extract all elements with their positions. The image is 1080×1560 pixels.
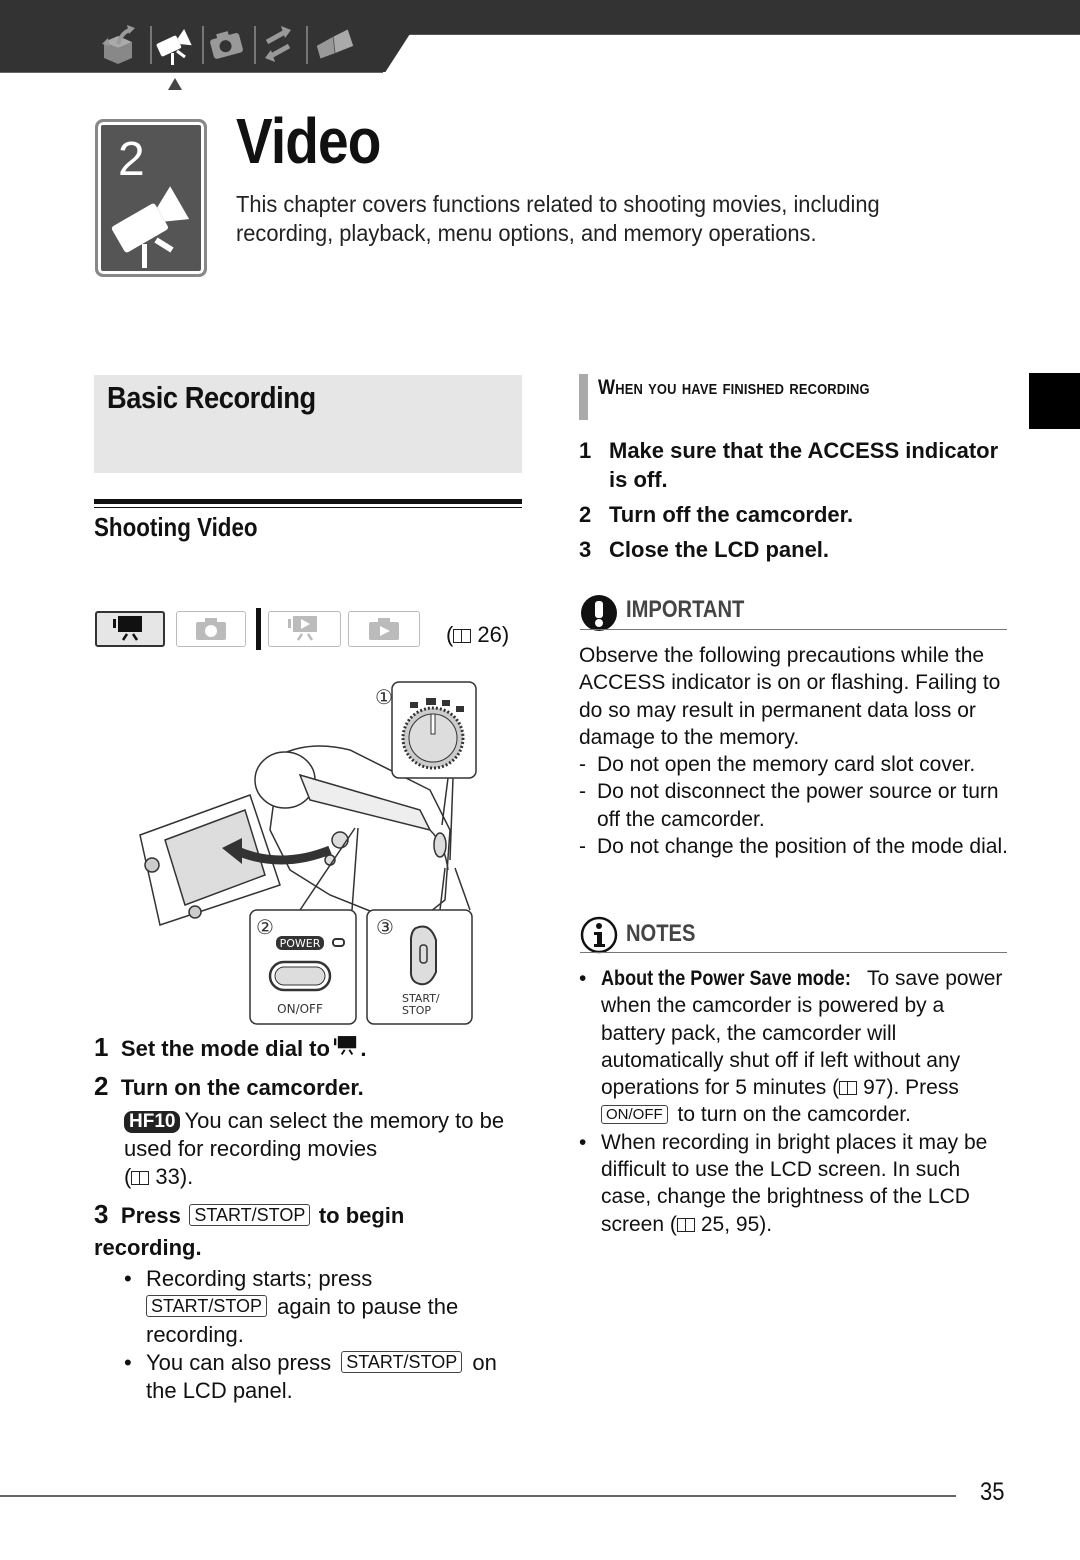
nav-video-button[interactable] bbox=[153, 22, 193, 66]
note-item: • When recording in bright places it may… bbox=[579, 1130, 988, 1236]
footer-rule bbox=[0, 1495, 956, 1497]
step-1: 1 Set the mode dial to . bbox=[94, 1032, 367, 1062]
step-2: 2 Turn on the camcorder. bbox=[94, 1071, 364, 1101]
finish-heading-bar bbox=[579, 374, 588, 420]
book-icon bbox=[316, 29, 354, 59]
finish-step: 2 Turn off the camcorder. bbox=[579, 502, 854, 527]
finish-step: 1 Make sure that the ACCESS indicator is… bbox=[579, 438, 999, 492]
arrows-icon bbox=[265, 26, 291, 62]
important-item: - Do not open the memory card slot cover. bbox=[579, 753, 976, 777]
nav-separator bbox=[202, 26, 204, 64]
nav-additional-information-button[interactable] bbox=[315, 22, 355, 66]
chapter-badge: 2 bbox=[95, 119, 207, 277]
book-reference-icon bbox=[453, 629, 472, 643]
mode-photo-playback-button[interactable] bbox=[348, 611, 420, 647]
on-off-key: ON/OFF bbox=[601, 1105, 668, 1125]
movie-playback-icon bbox=[287, 616, 317, 641]
bullet-item: • You can also press START/STOP on the L… bbox=[124, 1350, 497, 1403]
mode-photo-record-button[interactable] bbox=[176, 611, 246, 647]
callout-1-label: ① bbox=[375, 685, 393, 709]
callout-3-label: ③ bbox=[376, 915, 394, 939]
open-box-icon bbox=[102, 25, 135, 64]
mode-reference[interactable]: (26) bbox=[446, 622, 509, 648]
finish-heading: When you have finished recording bbox=[598, 376, 870, 399]
book-reference-icon bbox=[131, 1171, 150, 1185]
important-item: - Do not change the position of the mode … bbox=[579, 835, 1008, 859]
step-3: 3 Press START/STOP to begin recording. bbox=[94, 1199, 405, 1261]
step-3-bullets: • Recording starts; press START/STOP aga… bbox=[124, 1265, 524, 1405]
note-item: • About the Power Save mode: To save pow… bbox=[579, 967, 1003, 1127]
power-label: POWER bbox=[280, 937, 321, 950]
start-stop-label-2: STOP bbox=[402, 1004, 431, 1017]
photo-playback-icon bbox=[369, 618, 399, 640]
important-body: Observe the following precautions while … bbox=[579, 642, 1019, 860]
subsection-rule-thin bbox=[94, 507, 522, 508]
nav-external-connections-button[interactable] bbox=[258, 22, 298, 66]
nav-separator bbox=[150, 26, 152, 64]
notes-rule bbox=[580, 952, 1007, 953]
subsection-rule bbox=[94, 499, 522, 504]
video-camera-icon bbox=[111, 186, 190, 268]
nav-separator bbox=[254, 26, 256, 64]
notes-heading: NOTES bbox=[626, 920, 696, 947]
camcorder-illustration: ① ② POWER ON/OFF ③ START/ STOP bbox=[139, 681, 477, 1025]
start-stop-key: START/STOP bbox=[146, 1295, 268, 1317]
important-heading: IMPORTANT bbox=[626, 596, 745, 623]
bullet-item: • Recording starts; press START/STOP aga… bbox=[124, 1266, 459, 1347]
section-title: Basic Recording bbox=[107, 380, 316, 415]
nav-separator bbox=[306, 26, 308, 64]
video-camera-icon bbox=[156, 28, 192, 65]
chapter-description: This chapter covers functions related to… bbox=[236, 191, 880, 246]
finish-step: 3 Close the LCD panel. bbox=[579, 537, 830, 562]
model-badge: HF10 bbox=[124, 1111, 181, 1133]
movie-camera-icon bbox=[113, 616, 142, 641]
book-reference-icon bbox=[839, 1081, 858, 1096]
notes-body: • About the Power Save mode: To save pow… bbox=[579, 965, 1009, 1238]
info-icon bbox=[580, 916, 618, 954]
page-number: 35 bbox=[980, 1478, 1005, 1506]
chapter-title: Video bbox=[236, 105, 381, 177]
mode-separator bbox=[256, 608, 261, 650]
start-stop-key: START/STOP bbox=[189, 1204, 311, 1226]
camera-icon bbox=[196, 618, 226, 640]
callout-2-label: ② bbox=[256, 915, 274, 939]
important-rule bbox=[580, 629, 1007, 630]
nav-current-indicator-icon bbox=[168, 78, 182, 90]
book-reference-icon bbox=[676, 1217, 695, 1232]
nav-photos-button[interactable] bbox=[206, 22, 246, 66]
finish-steps: 1 Make sure that the ACCESS indicator is… bbox=[579, 436, 999, 564]
start-stop-key: START/STOP bbox=[341, 1351, 463, 1373]
chapter-thumb-tab bbox=[1029, 373, 1080, 429]
important-item: - Do not disconnect the power source or t… bbox=[579, 780, 999, 831]
nav-introduction-button[interactable] bbox=[99, 22, 139, 66]
exclamation-icon bbox=[581, 595, 617, 631]
on-off-label: ON/OFF bbox=[277, 1002, 323, 1016]
movie-camera-icon bbox=[334, 1036, 357, 1055]
mode-video-playback-button[interactable] bbox=[268, 611, 341, 647]
mode-video-record-button[interactable] bbox=[95, 611, 165, 647]
subsection-title: Shooting Video bbox=[94, 512, 258, 542]
camera-icon bbox=[210, 31, 243, 59]
header-underline bbox=[0, 72, 383, 73]
step-2-note: HF10 You can select the memory to be used… bbox=[124, 1108, 505, 1189]
start-stop-button-icon bbox=[409, 925, 437, 986]
